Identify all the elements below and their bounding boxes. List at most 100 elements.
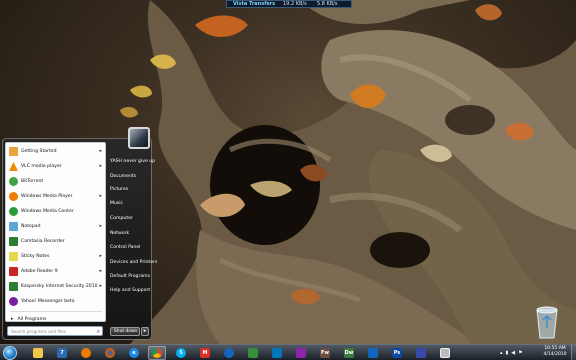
taskbar-fireworks[interactable]: Fw — [316, 346, 334, 360]
taskbar-app-green[interactable] — [244, 346, 262, 360]
all-programs-link[interactable]: ▸ All Programs — [7, 315, 105, 323]
program-label: Getting Started — [21, 149, 57, 154]
media-player-icon — [81, 348, 91, 358]
window-icon — [440, 348, 450, 358]
taskbar-media-player[interactable] — [77, 346, 95, 360]
submenu-arrow-icon[interactable]: ▸ — [99, 223, 102, 229]
network-link[interactable]: Network — [110, 231, 129, 236]
flag-icon[interactable]: ⚑ — [518, 350, 522, 356]
control-panel-link[interactable]: Control Panel — [110, 245, 140, 250]
program-label: BitTorrent — [21, 179, 44, 184]
taskbar-app-tile[interactable] — [268, 346, 286, 360]
taskbar-skype[interactable]: S — [172, 346, 190, 360]
program-getting-started[interactable]: Getting Started ▸ — [7, 145, 105, 158]
taskbar: 7 e S M Fw Dw Ps ▴ ▮ ◀ ⚑ 10:55 AM 4/14/2… — [0, 344, 576, 360]
all-programs-label: All Programs — [17, 316, 47, 322]
devices-and-printers-link[interactable]: Devices and Printers — [110, 260, 157, 265]
user-picture[interactable] — [128, 127, 150, 149]
folder-icon — [33, 348, 43, 358]
search-icon[interactable]: ⌕ — [97, 327, 100, 336]
taskbar-snipping[interactable] — [412, 346, 430, 360]
submenu-arrow-icon[interactable]: ▸ — [99, 268, 102, 274]
submenu-arrow-icon[interactable]: ▸ — [99, 283, 102, 289]
program-vlc[interactable]: VLC media player ▸ — [7, 160, 105, 173]
network-meter-gadget: Vista Transfers 19.2 KB/s 5.8 KB/s — [226, 0, 352, 8]
search-placeholder: Search programs and files — [11, 329, 66, 334]
taskbar-window[interactable] — [436, 346, 454, 360]
camtasia-icon — [9, 237, 18, 246]
divider — [10, 311, 102, 312]
yahoo-messenger-icon — [9, 297, 18, 306]
fireworks-icon: Fw — [320, 348, 330, 358]
recycle-bin-icon[interactable] — [532, 302, 562, 340]
skype-icon: S — [176, 348, 186, 358]
program-label: Notepad — [21, 224, 41, 229]
sticky-notes-icon — [9, 252, 18, 261]
taskbar-photoshop[interactable]: Ps — [388, 346, 406, 360]
photoshop-icon: Ps — [392, 348, 402, 358]
program-adobe-reader[interactable]: Adobe Reader 9 ▸ — [7, 265, 105, 278]
program-label: Kaspersky Internet Security 2010 — [21, 284, 98, 289]
taskbar-ie[interactable]: e — [125, 346, 143, 360]
taskbar-paint[interactable] — [292, 346, 310, 360]
app-icon — [416, 348, 426, 358]
taskbar-azureus[interactable] — [220, 346, 238, 360]
clock[interactable]: 10:55 AM 4/14/2010 — [540, 346, 570, 358]
program-notepad[interactable]: Notepad ▸ — [7, 220, 105, 233]
getting-started-icon — [9, 147, 18, 156]
taskbar-chrome[interactable] — [148, 346, 166, 360]
program-kaspersky[interactable]: Kaspersky Internet Security 2010 ▸ — [7, 280, 105, 293]
azureus-frog-icon — [224, 348, 234, 358]
search-input[interactable]: Search programs and files ⌕ — [7, 326, 103, 336]
start-menu-programs-pane: Getting Started ▸ VLC media player ▸ Bit… — [5, 142, 106, 322]
start-button[interactable] — [3, 346, 17, 360]
program-label: Windows Media Center — [21, 209, 74, 214]
user-folder-link[interactable]: YASH never give up — [110, 159, 155, 164]
vlc-icon — [9, 162, 18, 171]
help-and-support-link[interactable]: Help and Support — [110, 288, 150, 293]
media-player-icon — [9, 192, 18, 201]
volume-icon[interactable]: ◀ — [511, 350, 515, 356]
submenu-arrow-icon[interactable]: ▸ — [99, 253, 102, 259]
default-programs-link[interactable]: Default Programs — [110, 274, 150, 279]
program-label: VLC media player — [21, 164, 62, 169]
windows-7-icon: 7 — [57, 348, 67, 358]
network-icon[interactable]: ▮ — [506, 350, 509, 356]
app-icon — [272, 348, 282, 358]
submenu-arrow-icon[interactable]: ▸ — [99, 163, 102, 169]
program-sticky-notes[interactable]: Sticky Notes ▸ — [7, 250, 105, 263]
taskbar-dreamweaver[interactable]: Dw — [340, 346, 358, 360]
show-desktop-button[interactable] — [571, 345, 576, 360]
music-link[interactable]: Music — [110, 201, 123, 206]
program-yahoo-messenger[interactable]: Yahoo! Messenger beta — [7, 295, 105, 308]
program-camtasia-recorder[interactable]: Camtasia Recorder — [7, 235, 105, 248]
program-label: Camtasia Recorder — [21, 239, 65, 244]
submenu-arrow-icon[interactable]: ▸ — [99, 148, 102, 154]
show-hidden-icons-button[interactable]: ▴ — [500, 350, 503, 356]
shutdown-button[interactable]: Shut down — [110, 327, 140, 336]
system-tray: ▴ ▮ ◀ ⚑ — [500, 347, 523, 359]
start-menu: Getting Started ▸ VLC media player ▸ Bit… — [2, 127, 157, 340]
program-bittorrent[interactable]: BitTorrent — [7, 175, 105, 188]
computer-link[interactable]: Computer — [110, 216, 133, 221]
pictures-link[interactable]: Pictures — [110, 187, 128, 192]
start-menu-places-pane: YASH never give up Documents Pictures Mu… — [107, 127, 157, 339]
media-center-icon — [9, 207, 18, 216]
paint-icon — [296, 348, 306, 358]
adobe-reader-icon — [9, 267, 18, 276]
taskbar-flash[interactable] — [364, 346, 382, 360]
taskbar-windows-7[interactable]: 7 — [53, 346, 71, 360]
shutdown-options-button[interactable]: ▸ — [141, 327, 149, 336]
documents-link[interactable]: Documents — [110, 174, 136, 179]
taskbar-firefox[interactable] — [101, 346, 119, 360]
network-meter-title: Vista Transfers — [233, 1, 276, 7]
taskbar-gmail[interactable]: M — [196, 346, 214, 360]
download-speed: 19.2 KB/s — [283, 1, 307, 7]
firefox-icon — [105, 348, 115, 358]
program-windows-media-center[interactable]: Windows Media Center — [7, 205, 105, 218]
program-windows-media-player[interactable]: Windows Media Player ▸ — [7, 190, 105, 203]
app-icon — [248, 348, 258, 358]
program-label: Sticky Notes — [21, 254, 50, 259]
taskbar-explorer[interactable] — [29, 346, 47, 360]
submenu-arrow-icon[interactable]: ▸ — [99, 193, 102, 199]
